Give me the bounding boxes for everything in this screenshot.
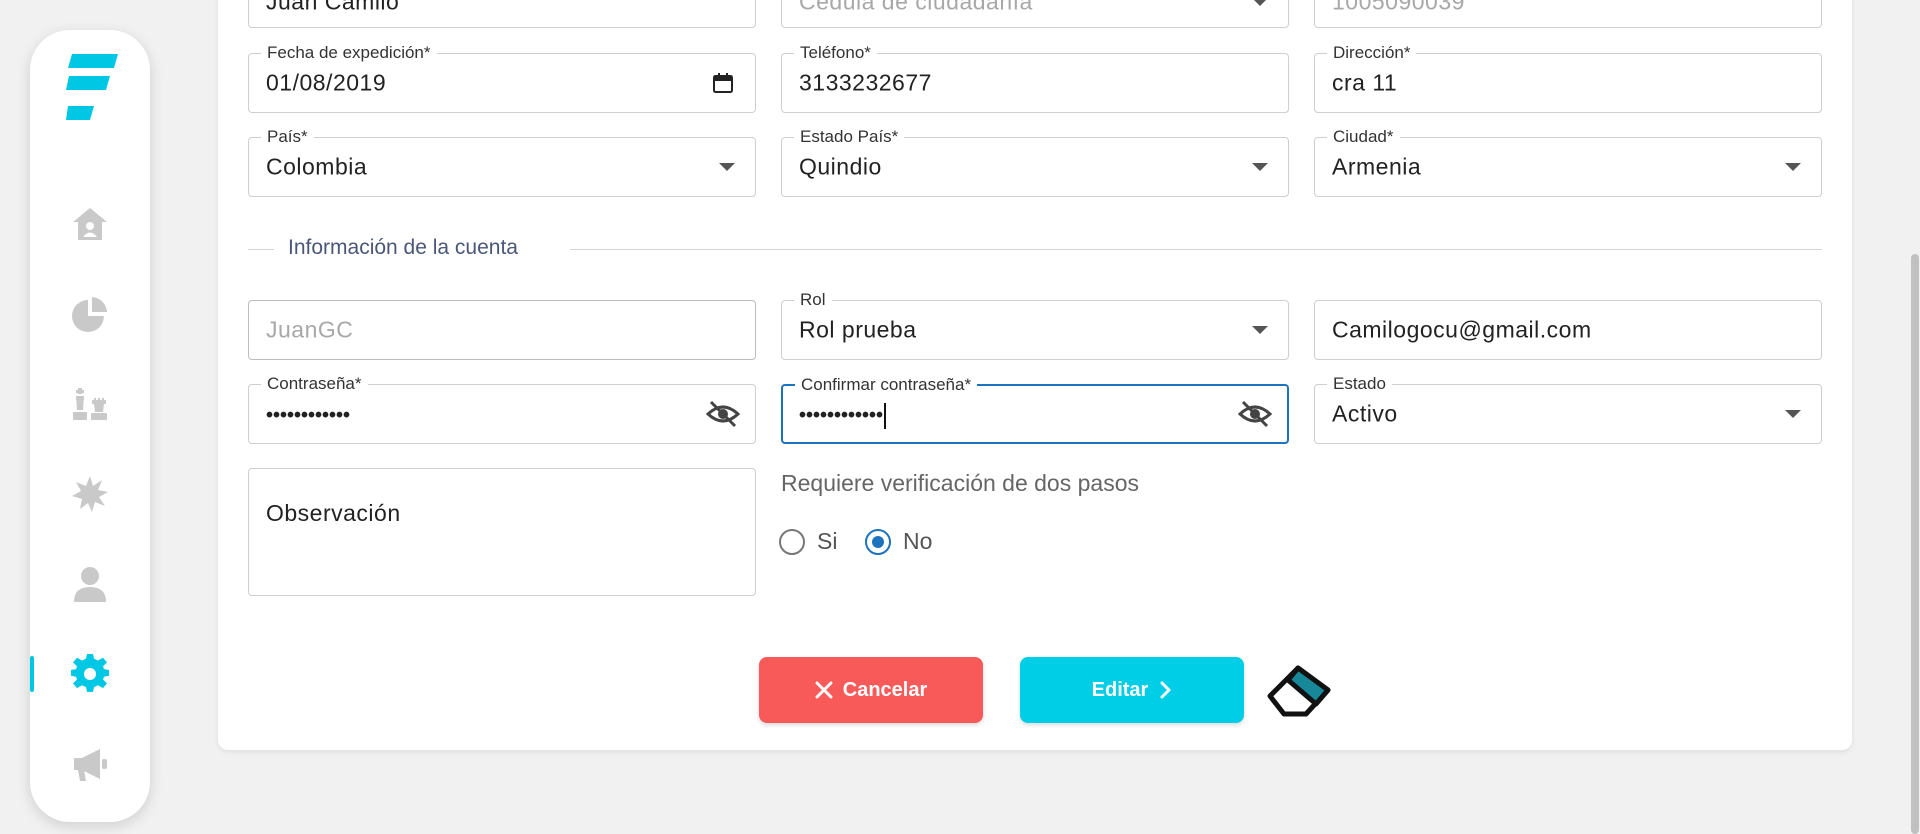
nombre-field[interactable]: Juan Camilo — [248, 0, 756, 28]
estado-select[interactable]: Estado Activo — [1314, 375, 1822, 444]
fecha-expedicion-label: Fecha de expedición* — [261, 44, 437, 62]
sidebar-item-dashboard[interactable] — [30, 286, 150, 342]
pie-chart-icon — [72, 297, 107, 332]
direccion-label: Dirección* — [1327, 44, 1417, 62]
confirmar-contrasena-label: Confirmar contraseña* — [795, 376, 978, 394]
telefono-label: Teléfono* — [794, 44, 877, 62]
chevron-down-icon — [1252, 326, 1268, 334]
dos-pasos-title: Requiere verificación de dos pasos — [781, 470, 1139, 496]
chevron-down-icon — [1785, 410, 1801, 418]
numero-documento-field[interactable]: 1005090039 — [1314, 0, 1822, 28]
divider-line-left — [248, 249, 274, 250]
radio-circle-selected[interactable] — [865, 528, 891, 555]
pais-select[interactable]: País* Colombia — [248, 128, 756, 197]
confirmar-contrasena-field[interactable]: Confirmar contraseña* •••••••••••• — [781, 376, 1289, 444]
divider-line-right — [570, 249, 1822, 250]
tipo-documento-select[interactable]: Cédula de ciudadanía — [781, 0, 1289, 28]
scrollbar-thumb[interactable] — [1911, 254, 1919, 834]
contrasena-field[interactable]: Contraseña* •••••••••••• — [248, 375, 756, 444]
edit-label: Editar — [1091, 678, 1149, 701]
estado-label: Estado — [1327, 375, 1392, 393]
edit-button[interactable]: Editar — [1020, 657, 1244, 723]
telefono-value: 3133232677 — [799, 69, 932, 96]
nombre-value: Juan Camilo — [266, 0, 400, 15]
contrasena-label: Contraseña* — [261, 375, 368, 393]
text-cursor — [884, 403, 887, 430]
radio-circle[interactable] — [779, 528, 805, 555]
account-info-section-divider: Información de la cuenta — [248, 236, 1822, 262]
app-logo — [66, 54, 118, 120]
estado-pais-label: Estado País* — [794, 128, 905, 146]
sidebar — [30, 30, 150, 822]
observacion-textarea[interactable]: Observación — [248, 468, 756, 596]
sidebar-item-profile[interactable] — [30, 556, 150, 612]
estado-value: Activo — [1332, 400, 1398, 427]
pais-value: Colombia — [266, 153, 368, 180]
telefono-field[interactable]: Teléfono* 3133232677 — [781, 44, 1289, 113]
sidebar-item-strategy[interactable] — [30, 376, 150, 432]
numero-documento-value: 1005090039 — [1332, 0, 1465, 15]
chevron-down-icon — [1785, 163, 1801, 171]
usuario-field[interactable]: JuanGC — [248, 300, 756, 360]
correo-field[interactable]: Camilogocu@gmail.com — [1314, 300, 1822, 360]
chevron-down-icon — [1252, 0, 1268, 6]
correo-value: Camilogocu@gmail.com — [1332, 316, 1592, 343]
ciudad-select[interactable]: Ciudad* Armenia — [1314, 128, 1822, 197]
cancel-label: Cancelar — [842, 678, 928, 701]
radio-no[interactable]: No — [865, 528, 932, 555]
eraser-icon[interactable] — [1266, 662, 1334, 718]
observacion-placeholder: Observación — [266, 500, 401, 526]
chevron-down-icon — [1252, 163, 1268, 171]
home-icon — [73, 208, 107, 240]
ciudad-value: Armenia — [1332, 153, 1422, 180]
chevron-down-icon — [719, 163, 735, 171]
chevron-right-icon — [1160, 681, 1172, 699]
starburst-icon — [72, 476, 108, 512]
sidebar-item-home[interactable] — [30, 196, 150, 252]
sidebar-item-settings[interactable] — [30, 646, 150, 702]
calendar-icon[interactable] — [705, 65, 741, 101]
confirmar-contrasena-value: •••••••••••• — [799, 404, 884, 427]
direccion-field[interactable]: Dirección* cra 11 — [1314, 44, 1822, 113]
radio-si-label: Si — [817, 528, 838, 554]
rol-select[interactable]: Rol Rol prueba — [781, 291, 1289, 360]
estado-pais-select[interactable]: Estado País* Quindio — [781, 128, 1289, 197]
radio-si[interactable]: Si — [779, 528, 837, 555]
fecha-expedicion-field[interactable]: Fecha de expedición* 01/08/2019 — [248, 44, 756, 113]
section-title: Información de la cuenta — [288, 236, 518, 259]
rol-label: Rol — [794, 291, 832, 309]
page-scrollbar[interactable] — [1910, 0, 1920, 834]
cancel-button[interactable]: Cancelar — [759, 657, 983, 723]
tipo-documento-placeholder: Cédula de ciudadanía — [799, 0, 1033, 15]
user-icon — [74, 567, 106, 602]
usuario-value: JuanGC — [266, 316, 354, 343]
eye-off-icon[interactable] — [705, 396, 741, 432]
rol-value: Rol prueba — [799, 316, 917, 343]
close-icon — [815, 681, 833, 699]
megaphone-icon — [74, 749, 107, 781]
pais-label: País* — [261, 128, 314, 146]
radio-no-label: No — [903, 528, 933, 554]
gear-icon — [71, 654, 109, 692]
chess-icon — [73, 388, 107, 420]
sidebar-item-explore[interactable] — [30, 466, 150, 522]
fecha-expedicion-value: 01/08/2019 — [266, 69, 387, 96]
estado-pais-value: Quindio — [799, 153, 882, 180]
eye-off-icon[interactable] — [1237, 396, 1273, 432]
contrasena-value: •••••••••••• — [266, 404, 351, 427]
sidebar-item-announcements[interactable] — [30, 736, 150, 792]
direccion-value: cra 11 — [1332, 69, 1398, 96]
ciudad-label: Ciudad* — [1327, 128, 1400, 146]
